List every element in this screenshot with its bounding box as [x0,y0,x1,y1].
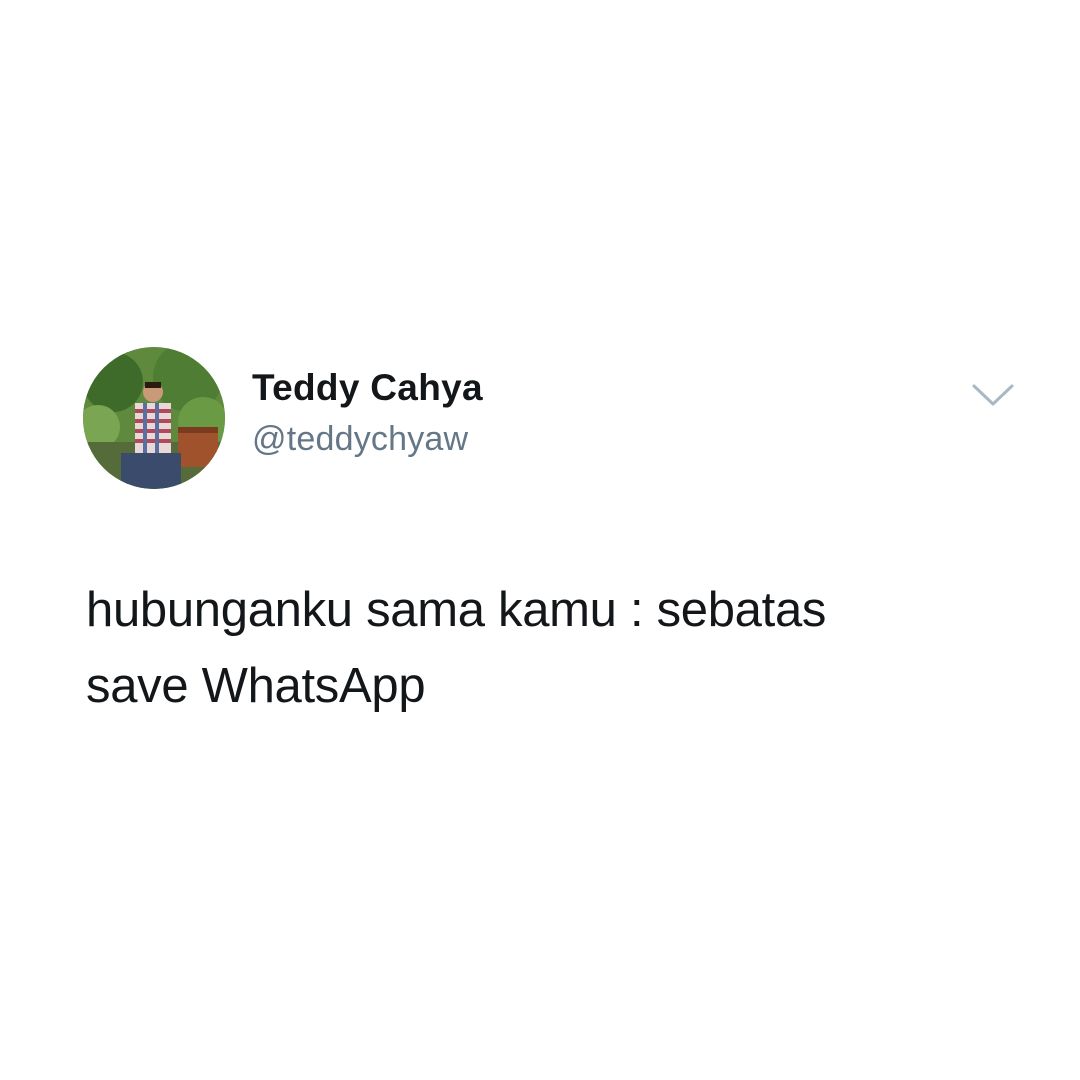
avatar-photo-icon [83,347,225,489]
tweet-menu-button[interactable] [970,380,1016,412]
tweet-text-line: save WhatsApp [86,659,426,713]
avatar[interactable] [83,347,225,489]
tweet-text: hubunganku sama kamu : sebatas save What… [86,572,1006,724]
page: Teddy Cahya @teddychyaw hubunganku sama … [0,0,1080,1080]
author-handle[interactable]: @teddychyaw [252,420,468,459]
author-display-name[interactable]: Teddy Cahya [252,367,483,409]
tweet-card: Teddy Cahya @teddychyaw hubunganku sama … [0,0,1080,1080]
tweet-text-line: hubunganku sama kamu : sebatas [86,583,827,637]
chevron-down-icon [972,384,1014,406]
